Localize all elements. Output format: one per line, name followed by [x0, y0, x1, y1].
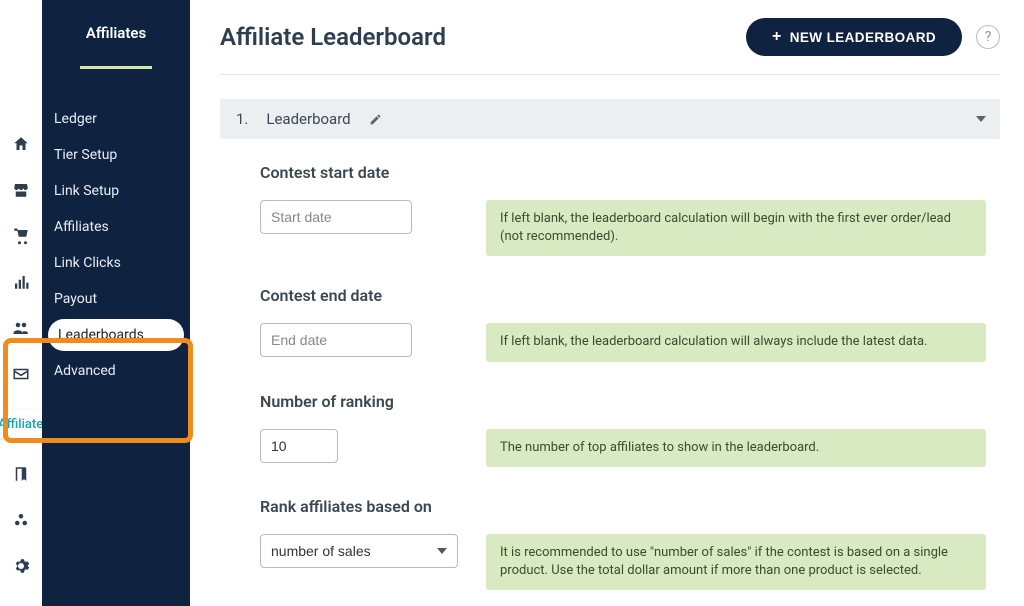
people-icon[interactable]: [11, 318, 31, 338]
sidebar-divider: [80, 66, 152, 69]
sidebar-item-leaderboards[interactable]: Leaderboards: [48, 319, 184, 351]
page-header: Affiliate Leaderboard + NEW LEADERBOARD …: [220, 18, 1000, 75]
rank-basis-info: It is recommended to use "number of sale…: [486, 534, 986, 590]
cluster-icon[interactable]: [11, 510, 31, 530]
sidebar: Affiliates Ledger Tier Setup Link Setup …: [42, 0, 190, 606]
icon-rail: Affiliates: [0, 0, 42, 606]
new-leaderboard-button[interactable]: + NEW LEADERBOARD: [746, 18, 962, 56]
main-content: Affiliate Leaderboard + NEW LEADERBOARD …: [220, 0, 1024, 606]
gear-icon[interactable]: [11, 556, 31, 576]
ranking-info: The number of top affiliates to show in …: [486, 429, 986, 467]
rank-basis-label: Rank affiliates based on: [260, 497, 1000, 516]
pencil-icon[interactable]: [369, 113, 382, 126]
end-date-input[interactable]: [260, 323, 412, 357]
ranking-label: Number of ranking: [260, 392, 1000, 411]
start-date-info: If left blank, the leaderboard calculati…: [486, 200, 986, 256]
accordion-index: 1.: [236, 110, 248, 128]
chevron-down-icon[interactable]: [976, 116, 986, 122]
page-title: Affiliate Leaderboard: [220, 23, 446, 51]
accordion-name: Leaderboard: [266, 110, 350, 128]
sidebar-title: Affiliates: [42, 24, 190, 66]
sidebar-item-payout[interactable]: Payout: [42, 281, 190, 317]
home-icon[interactable]: [11, 134, 31, 154]
rank-basis-select[interactable]: number of sales: [260, 534, 458, 568]
sidebar-item-link-setup[interactable]: Link Setup: [42, 173, 190, 209]
form-area: Contest start date If left blank, the le…: [220, 139, 1006, 590]
sidebar-item-ledger[interactable]: Ledger: [42, 101, 190, 137]
sidebar-item-advanced[interactable]: Advanced: [42, 353, 190, 389]
analytics-icon[interactable]: [11, 272, 31, 292]
new-leaderboard-label: NEW LEADERBOARD: [790, 30, 936, 45]
start-date-row: If left blank, the leaderboard calculati…: [260, 200, 1000, 256]
end-date-label: Contest end date: [260, 286, 1000, 305]
help-icon[interactable]: ?: [976, 25, 1000, 49]
ranking-input[interactable]: [260, 429, 338, 463]
ranking-row: The number of top affiliates to show in …: [260, 429, 1000, 467]
header-actions: + NEW LEADERBOARD ?: [746, 18, 1000, 56]
rank-basis-row: number of sales It is recommended to use…: [260, 534, 1000, 590]
plus-icon: +: [772, 29, 782, 45]
start-date-label: Contest start date: [260, 163, 1000, 182]
book-icon[interactable]: [11, 464, 31, 484]
sidebar-item-tier-setup[interactable]: Tier Setup: [42, 137, 190, 173]
sidebar-item-affiliates[interactable]: Affiliates: [42, 209, 190, 245]
store-icon[interactable]: [11, 180, 31, 200]
mail-icon[interactable]: [11, 364, 31, 384]
cart-icon[interactable]: [11, 226, 31, 246]
end-date-row: If left blank, the leaderboard calculati…: [260, 323, 1000, 361]
end-date-info: If left blank, the leaderboard calculati…: [486, 323, 986, 361]
accordion-header[interactable]: 1. Leaderboard: [220, 99, 1000, 139]
start-date-input[interactable]: [260, 200, 412, 234]
sidebar-item-link-clicks[interactable]: Link Clicks: [42, 245, 190, 281]
